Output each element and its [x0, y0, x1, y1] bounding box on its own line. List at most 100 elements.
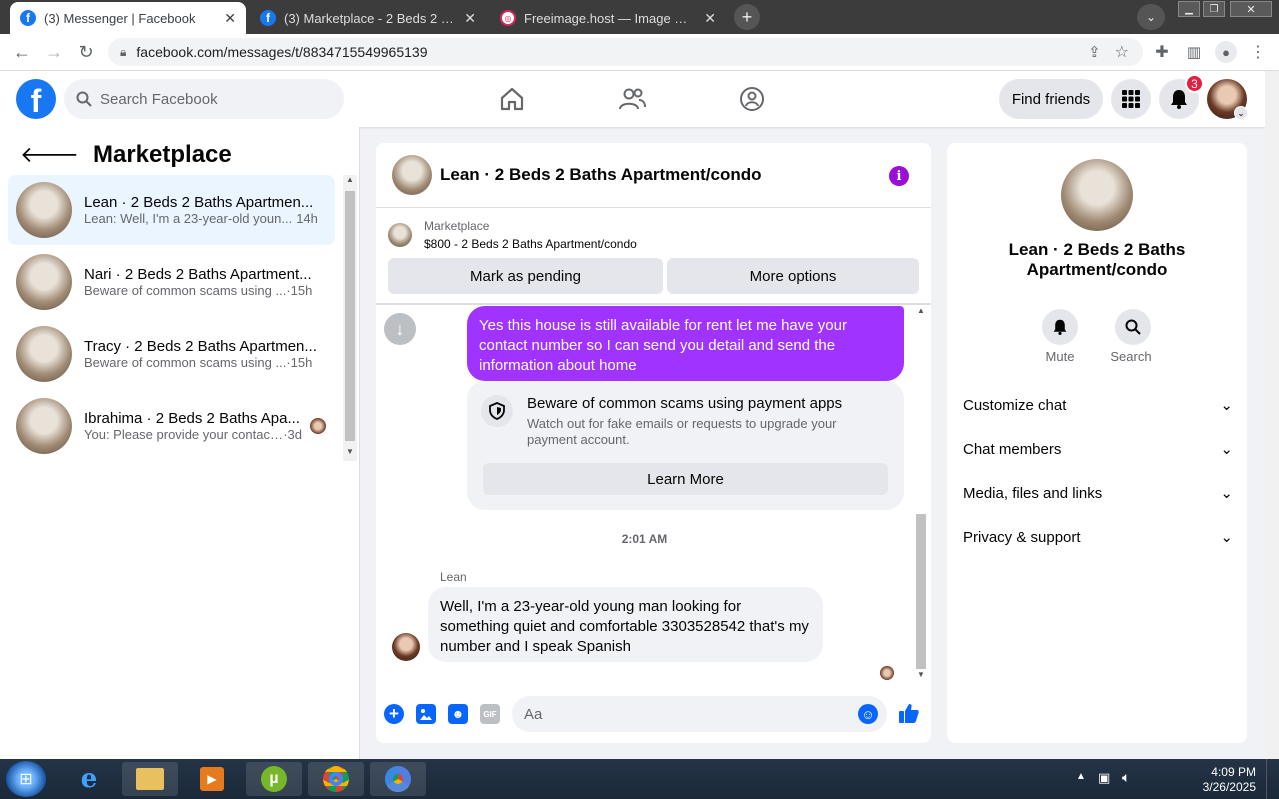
forward-icon[interactable]: → [42, 40, 66, 64]
learn-more-button[interactable]: Learn More [483, 463, 888, 495]
conversation-item[interactable]: Lean · 2 Beds 2 Baths Apartmen... Lean: … [8, 175, 335, 245]
customize-chat-section[interactable]: Customize chat ⌄ [963, 383, 1233, 427]
search-placeholder: Search Facebook [100, 90, 218, 108]
start-button[interactable]: ⊞ [6, 761, 46, 797]
menu-kebab-icon[interactable]: ⋮ [1246, 40, 1270, 64]
back-icon[interactable]: ← [10, 40, 34, 64]
section-label: Chat members [963, 440, 1062, 458]
chevron-down-icon: ⌄ [1220, 397, 1233, 414]
clock[interactable]: 4:09 PM 3/26/2025 [1190, 765, 1256, 795]
conversation-preview: Beware of common scams using ... [84, 283, 287, 298]
scrollbar-thumb[interactable] [916, 514, 926, 669]
thumbs-up-icon[interactable] [897, 701, 921, 725]
search-input[interactable]: Search Facebook [64, 79, 344, 119]
chrome-icon[interactable] [308, 762, 364, 796]
bell-icon [1171, 90, 1187, 109]
sender-name: Lean [440, 570, 467, 584]
bookmark-star-icon[interactable]: ☆ [1115, 42, 1129, 62]
conversation-avatar [16, 182, 72, 238]
reload-icon[interactable]: ↻ [74, 40, 98, 64]
scrollbar[interactable]: ▲ ▼ [343, 175, 357, 461]
search-in-chat-button[interactable]: Search [1109, 309, 1153, 364]
internet-explorer-icon[interactable]: e [72, 764, 106, 794]
scroll-to-bottom-icon[interactable]: ↓ [384, 313, 416, 345]
sent-message-bubble[interactable]: Yes this house is still available for re… [467, 306, 904, 381]
conversation-time: ·3d [283, 427, 302, 442]
scroll-up-icon[interactable]: ▲ [343, 175, 357, 189]
scroll-up-icon[interactable]: ▲ [914, 306, 928, 320]
info-icon[interactable]: i [889, 166, 909, 186]
network-icon[interactable]: ▣ [1098, 770, 1110, 786]
photo-icon[interactable] [416, 704, 436, 724]
volume-muted-icon[interactable]: 🔈︎ [1122, 769, 1130, 786]
sender-avatar[interactable] [392, 633, 420, 661]
close-tab-icon[interactable]: ✕ [704, 10, 716, 27]
privacy-support-section[interactable]: Privacy & support ⌄ [963, 515, 1233, 559]
profile-icon[interactable]: ● [1215, 41, 1237, 63]
conversation-item[interactable]: Ibrahima · 2 Beds 2 Baths Apa... You: Pl… [8, 391, 335, 461]
conversation-item[interactable]: Nari · 2 Beds 2 Baths Apartment... Bewar… [8, 247, 335, 317]
section-label: Privacy & support [963, 528, 1081, 546]
browser-tab-freeimage[interactable]: ◎ Freeimage.host — Image Hosting ✕ [490, 2, 726, 34]
conversation-list-panel: 🡐 Marketplace Lean · 2 Beds 2 Baths Apar… [0, 127, 360, 759]
side-panel-icon[interactable]: ▥ [1182, 40, 1206, 64]
scam-warning-card: Beware of common scams using payment app… [467, 381, 904, 510]
menu-grid-icon[interactable] [1111, 79, 1151, 119]
listing-banner[interactable]: Marketplace $800 - 2 Beds 2 Baths Apartm… [388, 219, 637, 251]
browser-tab-messenger[interactable]: f (3) Messenger | Facebook ✕ [10, 2, 246, 34]
tab-title: Freeimage.host — Image Hosting [524, 10, 697, 26]
conversation-item[interactable]: Tracy · 2 Beds 2 Baths Apartmen... Bewar… [8, 319, 335, 389]
find-friends-button[interactable]: Find friends [999, 79, 1103, 119]
home-icon[interactable] [496, 85, 528, 113]
mark-as-pending-button[interactable]: Mark as pending [388, 258, 663, 294]
windows-taskbar: ⊞ e ▶ µ ▲ ▣ 🔈︎ 4:09 PM 3/26/2025 [0, 759, 1279, 799]
new-tab-button[interactable]: + [734, 4, 760, 30]
conversation-time: 14h [296, 211, 318, 226]
plus-icon[interactable]: + [384, 704, 404, 724]
scroll-down-icon[interactable]: ▼ [343, 447, 357, 461]
scroll-down-icon[interactable]: ▼ [914, 670, 928, 684]
scrollbar-thumb[interactable] [345, 191, 355, 441]
media-files-section[interactable]: Media, files and links ⌄ [963, 471, 1233, 515]
share-icon[interactable]: ⇪ [1088, 43, 1101, 61]
listing-thumbnail [388, 223, 412, 247]
facebook-logo[interactable]: f [16, 79, 56, 119]
tab-search-button[interactable]: ⌄ [1137, 4, 1165, 30]
close-window-button[interactable]: ✕ [1230, 1, 1272, 17]
chat-title[interactable]: Lean · 2 Beds 2 Baths Apartment/condo [440, 165, 761, 185]
minimize-button[interactable]: ▁ [1178, 1, 1200, 17]
groups-icon[interactable] [736, 85, 768, 113]
details-avatar[interactable] [1061, 159, 1133, 231]
file-explorer-icon[interactable] [122, 762, 178, 796]
tab-title: (3) Marketplace - 2 Beds 2 Baths [284, 10, 457, 26]
extensions-icon[interactable]: ✚ [1150, 40, 1174, 64]
chat-avatar[interactable] [392, 155, 432, 195]
search-label: Search [1110, 349, 1152, 364]
show-desktop-button[interactable] [1266, 759, 1279, 799]
page-scrollbar[interactable] [1265, 71, 1279, 759]
more-options-button[interactable]: More options [667, 258, 919, 294]
url-field[interactable]: 🔒︎ facebook.com/messages/t/8834715549965… [108, 38, 1143, 66]
url-text: facebook.com/messages/t/8834715549965139 [136, 44, 428, 60]
close-tab-icon[interactable]: ✕ [464, 10, 476, 27]
media-player-icon[interactable]: ▶ [184, 762, 240, 796]
restore-button[interactable]: ❐ [1203, 1, 1225, 17]
chat-members-section[interactable]: Chat members ⌄ [963, 427, 1233, 471]
emoji-icon[interactable]: ☺ [858, 704, 878, 724]
conversation-avatar [16, 326, 72, 382]
message-input[interactable]: Aa [512, 696, 887, 732]
conversation-preview: You: Please provide your contact... [84, 427, 284, 442]
chrome-icon[interactable] [370, 762, 426, 796]
received-message-bubble[interactable]: Well, I'm a 23-year-old young man lookin… [428, 587, 823, 662]
mute-button[interactable]: Mute [1041, 309, 1079, 364]
show-hidden-icons[interactable]: ▲ [1076, 771, 1086, 782]
back-arrow-icon[interactable]: 🡐 [20, 142, 79, 168]
chat-scrollbar[interactable]: ▲ ▼ [914, 306, 928, 684]
sticker-icon[interactable]: ☻ [448, 704, 468, 724]
browser-tab-marketplace[interactable]: f (3) Marketplace - 2 Beds 2 Baths ✕ [250, 2, 486, 34]
gif-icon[interactable]: GIF [480, 704, 500, 724]
conversation-name: Tracy · 2 Beds 2 Baths Apartmen... [84, 338, 317, 355]
close-tab-icon[interactable]: ✕ [224, 10, 236, 27]
utorrent-icon[interactable]: µ [246, 762, 302, 796]
friends-icon[interactable] [616, 85, 648, 113]
